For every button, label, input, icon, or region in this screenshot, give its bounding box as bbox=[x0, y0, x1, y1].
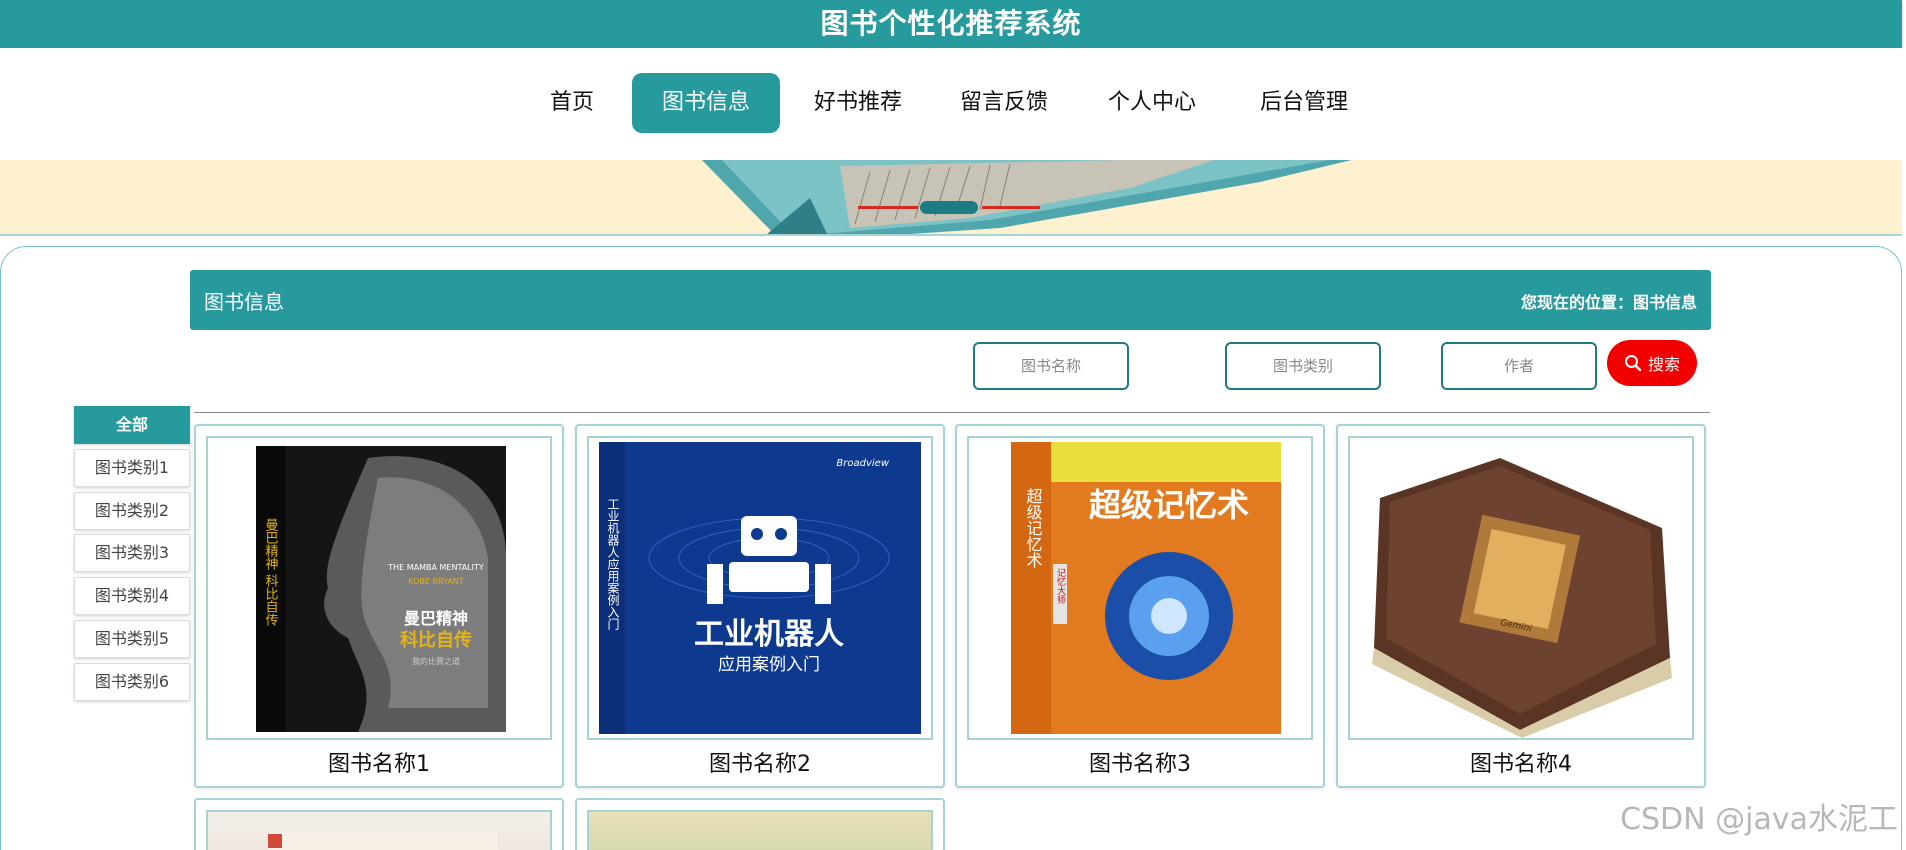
svg-text:KOBE BRYANT: KOBE BRYANT bbox=[408, 577, 463, 586]
book-cover-1: 曼巴精神 科比自传 THE MAMBA MENTALITY KOBE BRYAN… bbox=[206, 436, 552, 740]
nav-item-admin[interactable]: 后台管理 bbox=[1244, 73, 1364, 133]
book-cover-1-art: 曼巴精神 科比自传 THE MAMBA MENTALITY KOBE BRYAN… bbox=[208, 438, 550, 738]
category-item-4[interactable]: 图书类别4 bbox=[74, 577, 190, 615]
svg-text:记忆大师: 记忆大师 bbox=[1055, 568, 1066, 605]
svg-text:曼巴精神 科比自传: 曼巴精神 科比自传 bbox=[263, 518, 279, 627]
book-card-4[interactable]: Gemini 图书名称4 bbox=[1336, 424, 1706, 788]
book-name-4: 图书名称4 bbox=[1470, 752, 1572, 777]
breadcrumb-location: 您现在的位置：图书信息 bbox=[1520, 293, 1697, 312]
book-cover-5 bbox=[206, 810, 552, 850]
svg-text:超级记忆术: 超级记忆术 bbox=[1024, 488, 1043, 568]
book-name-2: 图书名称2 bbox=[709, 752, 811, 777]
book-cover-3-art: 超级记忆术 超级记忆术 记忆大师 bbox=[969, 438, 1311, 738]
category-item-3[interactable]: 图书类别3 bbox=[74, 534, 190, 572]
svg-text:Broadview: Broadview bbox=[836, 458, 889, 469]
page-root: 图书个性化推荐系统 首页 图书信息 好书推荐 留言反馈 个人中心 后台管理 图书… bbox=[0, 0, 1906, 850]
svg-text:曼巴精神: 曼巴精神 bbox=[404, 609, 468, 628]
main-nav: 首页 图书信息 好书推荐 留言反馈 个人中心 后台管理 bbox=[0, 48, 1906, 160]
category-item-6[interactable]: 图书类别6 bbox=[74, 663, 190, 701]
svg-text:应用案例入门: 应用案例入门 bbox=[718, 655, 820, 675]
book-name-3: 图书名称3 bbox=[1089, 752, 1191, 777]
book-card-1[interactable]: 曼巴精神 科比自传 THE MAMBA MENTALITY KOBE BRYAN… bbox=[194, 424, 564, 788]
header-bar: 图书个性化推荐系统 bbox=[0, 0, 1902, 48]
category-item-1[interactable]: 图书类别1 bbox=[74, 449, 190, 487]
svg-text:我的比赛之道: 我的比赛之道 bbox=[412, 656, 460, 666]
book-cover-3: 超级记忆术 超级记忆术 记忆大师 bbox=[967, 436, 1313, 740]
svg-text:超级记忆术: 超级记忆术 bbox=[1089, 486, 1249, 524]
section-title: 图书信息 bbox=[204, 290, 284, 314]
csdn-watermark: CSDN @java水泥工 bbox=[1620, 802, 1898, 837]
site-title: 图书个性化推荐系统 bbox=[820, 7, 1082, 40]
book-name-1: 图书名称1 bbox=[328, 752, 430, 777]
search-button-label: 搜索 bbox=[1647, 355, 1680, 374]
category-item-5[interactable]: 图书类别5 bbox=[74, 620, 190, 658]
book-cover-5-art bbox=[268, 832, 498, 850]
nav-item-book-info[interactable]: 图书信息 bbox=[632, 73, 780, 133]
book-card-5[interactable] bbox=[194, 798, 564, 850]
nav-item-profile[interactable]: 个人中心 bbox=[1094, 73, 1210, 133]
nav-item-home[interactable]: 首页 bbox=[532, 73, 612, 133]
search-button[interactable]: 搜索 bbox=[1607, 340, 1697, 386]
section-header: 图书信息 您现在的位置：图书信息 bbox=[190, 270, 1711, 330]
carousel-dot-1[interactable] bbox=[858, 206, 918, 209]
svg-text:科比自传: 科比自传 bbox=[400, 629, 472, 651]
book-card-6[interactable] bbox=[575, 798, 945, 850]
nav-item-feedback[interactable]: 留言反馈 bbox=[946, 73, 1062, 133]
book-cover-4: Gemini bbox=[1348, 436, 1694, 740]
svg-text:工业机器人应用案例入门: 工业机器人应用案例入门 bbox=[606, 498, 620, 630]
carousel-dot-2[interactable] bbox=[920, 201, 978, 214]
carousel-dot-3[interactable] bbox=[982, 206, 1040, 209]
book-cover-4-art: Gemini bbox=[1350, 438, 1692, 738]
banner-carousel[interactable] bbox=[0, 160, 1902, 236]
banner-book-illustration bbox=[701, 160, 1352, 234]
search-divider bbox=[194, 412, 1710, 413]
search-icon bbox=[1624, 355, 1642, 372]
book-category-input[interactable] bbox=[1225, 342, 1381, 390]
book-name-input[interactable] bbox=[973, 342, 1129, 390]
category-all[interactable]: 全部 bbox=[74, 406, 190, 444]
svg-text:工业机器人: 工业机器人 bbox=[694, 617, 844, 652]
book-cover-2-art: 工业机器人应用案例入门 Broadview 工业机器人 应用案例入门 bbox=[589, 438, 931, 738]
nav-item-recommend[interactable]: 好书推荐 bbox=[800, 73, 916, 133]
author-input[interactable] bbox=[1441, 342, 1597, 390]
book-cover-2: 工业机器人应用案例入门 Broadview 工业机器人 应用案例入门 bbox=[587, 436, 933, 740]
category-item-2[interactable]: 图书类别2 bbox=[74, 492, 190, 530]
svg-text:THE MAMBA MENTALITY: THE MAMBA MENTALITY bbox=[387, 563, 484, 572]
book-card-3[interactable]: 超级记忆术 超级记忆术 记忆大师 图书名称3 bbox=[955, 424, 1325, 788]
book-card-2[interactable]: 工业机器人应用案例入门 Broadview 工业机器人 应用案例入门 图书名称2 bbox=[575, 424, 945, 788]
book-cover-6 bbox=[587, 810, 933, 850]
